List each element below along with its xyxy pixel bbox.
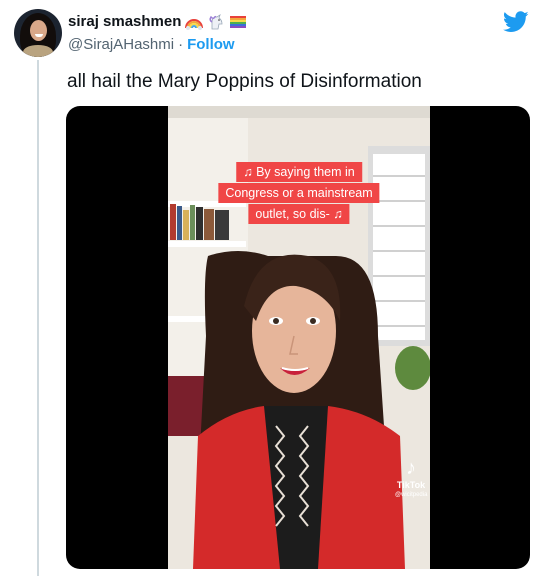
unicorn-emoji — [209, 13, 223, 29]
video-caption-line-2: Congress or a mainstream — [218, 183, 380, 203]
video-player[interactable]: ♫ By saying them in Congress or a mainst… — [66, 106, 530, 569]
tiktok-user: @wicitpedia — [395, 492, 428, 498]
rainbow-flag-emoji — [230, 15, 247, 28]
video-caption-line-1: ♫ By saying them in — [236, 162, 362, 182]
thread-line — [37, 60, 39, 576]
follow-button[interactable]: Follow — [187, 36, 235, 53]
author-name-row[interactable]: siraj smashmen — [68, 13, 247, 30]
twitter-bird-icon[interactable] — [503, 11, 529, 33]
tweet-card: siraj smashmen @SirajAHashmi · Follow al… — [0, 0, 541, 576]
display-name[interactable]: siraj smashmen — [68, 13, 181, 30]
handle-row: @SirajAHashmi · Follow — [68, 36, 235, 53]
tiktok-brand: TikTok — [396, 480, 426, 490]
video-frame[interactable]: ♫ By saying them in Congress or a mainst… — [168, 106, 430, 569]
author-handle[interactable]: @SirajAHashmi — [68, 36, 174, 53]
tweet-text: all hail the Mary Poppins of Disinformat… — [67, 71, 422, 92]
tiktok-watermark: ♪ TikTok @wicitpedia — [395, 458, 427, 498]
video-caption-line-3: outlet, so dis- ♫ — [248, 204, 350, 224]
avatar[interactable] — [14, 9, 62, 57]
separator: · — [178, 36, 184, 53]
rainbow-emoji — [185, 18, 204, 30]
tiktok-logo-icon: ♪ — [406, 457, 416, 479]
